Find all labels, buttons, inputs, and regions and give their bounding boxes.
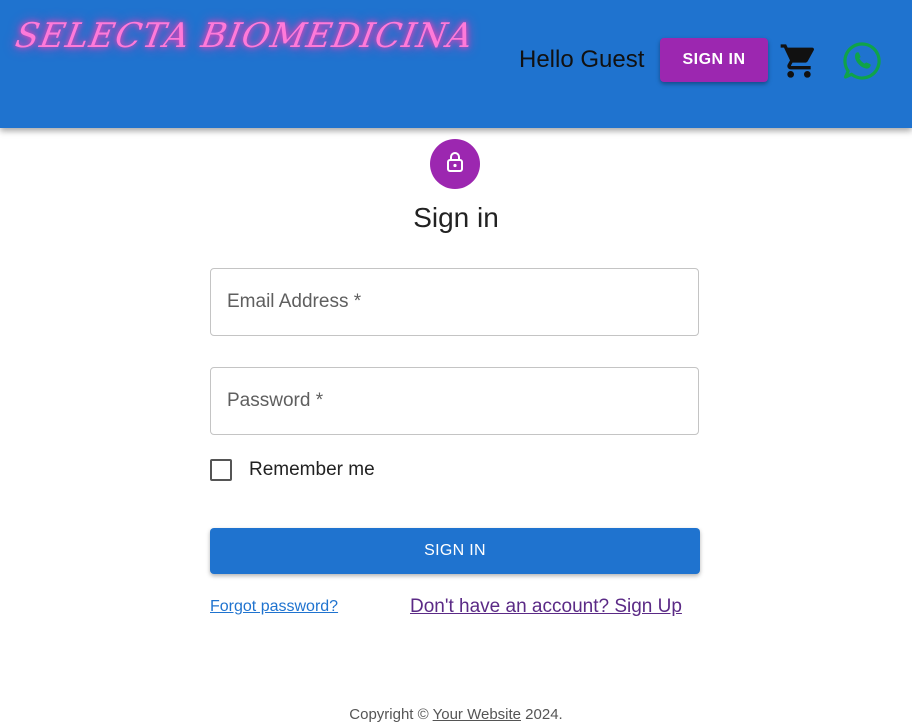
password-field-container — [210, 367, 699, 435]
email-field[interactable] — [211, 269, 698, 335]
header-signin-button[interactable]: SIGN IN — [660, 38, 768, 82]
whatsapp-icon[interactable] — [842, 41, 882, 81]
remember-me-label: Remember me — [249, 459, 375, 480]
forgot-password-link[interactable]: Forgot password? — [210, 598, 338, 616]
remember-me-checkbox[interactable] — [210, 459, 232, 481]
lock-avatar — [430, 139, 480, 189]
page-title: Sign in — [413, 202, 499, 233]
footer-website-link[interactable]: Your Website — [433, 706, 521, 723]
remember-me[interactable]: Remember me — [210, 459, 375, 481]
copyright-year: 2024. — [521, 706, 563, 723]
site-logo[interactable]: SELECTA BIOMEDICINA — [12, 16, 476, 56]
email-field-container — [210, 268, 699, 336]
password-field[interactable] — [211, 368, 698, 434]
shopping-cart-icon[interactable] — [779, 41, 819, 81]
footer-copyright: Copyright © Your Website 2024. — [0, 706, 912, 723]
lock-icon — [443, 150, 467, 179]
copyright-prefix: Copyright © — [349, 706, 433, 723]
signup-link[interactable]: Don't have an account? Sign Up — [410, 596, 682, 618]
signin-submit-button[interactable]: SIGN IN — [210, 528, 700, 574]
app-bar: SELECTA BIOMEDICINA Hello Guest SIGN IN — [0, 0, 912, 128]
greeting-text: Hello Guest — [519, 46, 645, 73]
